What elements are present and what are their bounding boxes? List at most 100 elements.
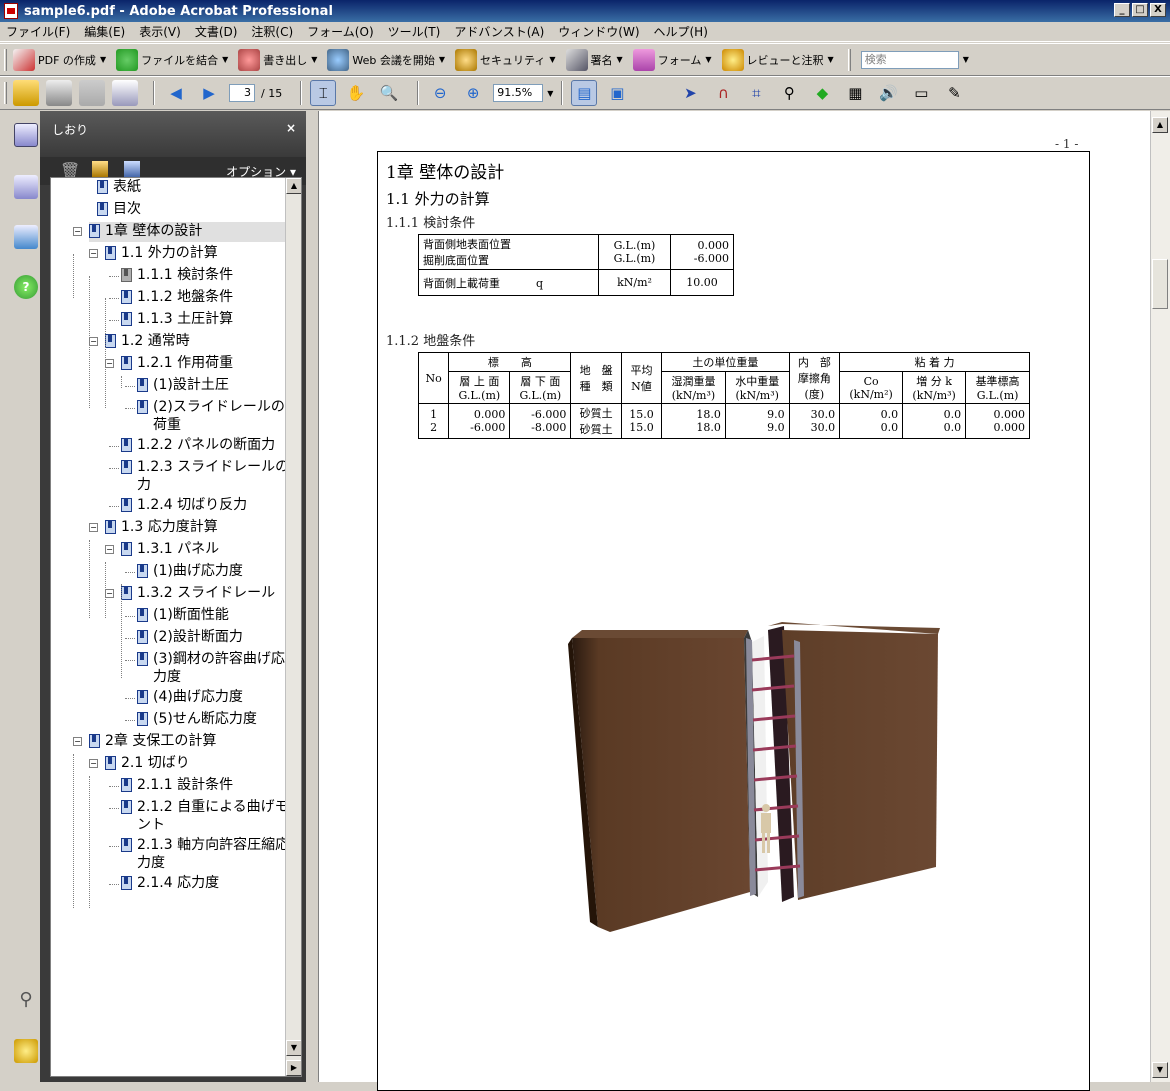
crop-tool-icon[interactable]: ⌗ bbox=[743, 80, 769, 106]
bookmark-item[interactable]: 1.1.3 土圧計算 bbox=[121, 310, 233, 330]
select-tool-icon[interactable]: ⌶ bbox=[310, 80, 337, 106]
attachments-tab-icon[interactable]: ⚲ bbox=[14, 989, 38, 1013]
bookmark-item[interactable]: 1章 壁体の設計 bbox=[89, 222, 285, 242]
web-meeting-button[interactable]: Web 会議を開始 ▼ bbox=[327, 48, 445, 71]
collapse-toggle-icon[interactable]: − bbox=[89, 759, 98, 768]
collapse-toggle-icon[interactable]: − bbox=[105, 359, 114, 368]
zoom-dropdown-icon[interactable]: ▼ bbox=[547, 89, 553, 98]
menu-edit[interactable]: 編集(E) bbox=[84, 23, 125, 40]
3d-tool-icon[interactable]: ◆ bbox=[809, 80, 835, 106]
bookmark-item[interactable]: (5)せん断応力度 bbox=[137, 710, 257, 730]
zoom-level-input[interactable]: 91.5% bbox=[493, 84, 544, 102]
tree-scrollbar[interactable]: ▲ ▼ ▶ bbox=[285, 178, 301, 1076]
collapse-toggle-icon[interactable]: − bbox=[89, 249, 98, 258]
search-input[interactable]: 検索 bbox=[860, 50, 959, 69]
menu-advanced[interactable]: アドバンスト(A) bbox=[454, 23, 544, 40]
menu-window[interactable]: ウィンドウ(W) bbox=[558, 23, 639, 40]
new-bookmark-icon[interactable] bbox=[92, 161, 108, 177]
page-number-input[interactable]: 3 bbox=[229, 84, 255, 102]
bookmark-item[interactable]: (1)曲げ応力度 bbox=[137, 562, 243, 582]
hand-tool-icon[interactable]: ✋ bbox=[343, 80, 369, 106]
forms-button[interactable]: フォーム ▼ bbox=[632, 48, 712, 71]
save-icon[interactable] bbox=[79, 80, 105, 106]
maximize-button[interactable]: □ bbox=[1132, 3, 1148, 17]
typewriter-icon[interactable]: ✎ bbox=[941, 80, 967, 106]
previous-page-icon[interactable]: ◀ bbox=[163, 80, 189, 106]
text-field-icon[interactable]: ▭ bbox=[908, 80, 934, 106]
menu-view[interactable]: 表示(V) bbox=[139, 23, 181, 40]
bookmark-item[interactable]: 2.1.1 設計条件 bbox=[121, 776, 233, 796]
next-page-icon[interactable]: ▶ bbox=[196, 80, 222, 106]
fit-page-icon[interactable]: ▣ bbox=[604, 80, 630, 106]
scroll-up-button[interactable]: ▲ bbox=[286, 178, 301, 194]
collapse-toggle-icon[interactable]: − bbox=[73, 737, 82, 746]
link-tool-icon[interactable]: ∩ bbox=[710, 80, 736, 106]
expand-bookmark-icon[interactable] bbox=[124, 161, 140, 177]
sound-tool-icon[interactable]: 🔊 bbox=[875, 80, 901, 106]
doc-scroll-up-button[interactable]: ▲ bbox=[1152, 117, 1168, 133]
collapse-toggle-icon[interactable]: − bbox=[105, 545, 114, 554]
collapse-toggle-icon[interactable]: − bbox=[73, 227, 82, 236]
bookmark-item[interactable]: 1.2 通常時 bbox=[105, 332, 190, 352]
doc-scroll-thumb[interactable] bbox=[1152, 259, 1168, 309]
menu-help[interactable]: ヘルプ(H) bbox=[654, 23, 708, 40]
menu-file[interactable]: ファイル(F) bbox=[6, 23, 70, 40]
menu-forms[interactable]: フォーム(O) bbox=[307, 23, 373, 40]
bookmark-item[interactable]: 1.3 応力度計算 bbox=[105, 518, 218, 538]
bookmark-item[interactable]: 1.2.3 スライドレールの断面力 bbox=[121, 458, 301, 493]
menu-document[interactable]: 文書(D) bbox=[195, 23, 238, 40]
bookmark-item[interactable]: 2.1.3 軸方向許容圧縮応 力度 bbox=[121, 836, 289, 871]
bookmark-item[interactable]: (4)曲げ応力度 bbox=[137, 688, 243, 708]
bookmark-item[interactable]: (3)鋼材の許容曲げ応 力度 bbox=[137, 650, 285, 685]
bookmark-item[interactable]: 1.1.2 地盤条件 bbox=[121, 288, 233, 308]
scroll-down-button[interactable]: ▼ bbox=[286, 1040, 301, 1056]
scroll-left-button[interactable]: ▶ bbox=[286, 1060, 301, 1076]
bookmark-item[interactable]: 目次 bbox=[97, 200, 141, 220]
toolbar-grip[interactable] bbox=[4, 48, 7, 71]
bookmark-item[interactable]: (1)設計土圧 bbox=[137, 376, 229, 396]
bookmark-item[interactable]: 1.2.1 作用荷重 bbox=[121, 354, 233, 374]
bookmark-item[interactable]: 1.3.1 パネル bbox=[121, 540, 219, 560]
bookmark-item[interactable]: 表紙 bbox=[97, 178, 141, 198]
doc-scroll-down-button[interactable]: ▼ bbox=[1152, 1062, 1168, 1078]
bookmark-item[interactable]: 2.1 切ばり bbox=[105, 754, 190, 774]
bookmarks-tab-icon[interactable] bbox=[14, 123, 38, 147]
print-icon[interactable] bbox=[46, 80, 72, 106]
bookmark-item[interactable]: (2)スライドレールの作用 荷重 bbox=[137, 398, 301, 433]
search-dropdown-icon[interactable]: ▼ bbox=[963, 55, 969, 64]
open-icon[interactable] bbox=[13, 80, 39, 106]
bookmark-item[interactable]: 1.1 外力の計算 bbox=[105, 244, 218, 264]
collapse-toggle-icon[interactable]: − bbox=[105, 589, 114, 598]
attach-icon[interactable]: ⚲ bbox=[776, 80, 802, 106]
bookmark-item[interactable]: 2.1.2 自重による曲げモーメ ント bbox=[121, 798, 301, 833]
object-select-icon[interactable]: ➤ bbox=[677, 80, 703, 106]
email-icon[interactable] bbox=[112, 80, 138, 106]
export-button[interactable]: 書き出し ▼ bbox=[238, 48, 317, 71]
collapse-toggle-icon[interactable]: − bbox=[89, 523, 98, 532]
create-pdf-button[interactable]: PDF の作成 ▼ bbox=[13, 48, 106, 71]
menu-tools[interactable]: ツール(T) bbox=[388, 23, 441, 40]
review-button[interactable]: レビューと注釈 ▼ bbox=[721, 48, 834, 71]
menu-comments[interactable]: 注釈(C) bbox=[251, 23, 293, 40]
toolbar-grip-2[interactable] bbox=[847, 48, 851, 71]
bookmark-item[interactable]: (2)設計断面力 bbox=[137, 628, 243, 648]
bookmark-item[interactable]: 2章 支保工の計算 bbox=[89, 732, 216, 752]
bookmark-item[interactable]: 2.1.4 応力度 bbox=[121, 874, 219, 894]
security-button[interactable]: セキュリティ ▼ bbox=[455, 48, 556, 71]
movie-tool-icon[interactable]: ▦ bbox=[842, 80, 868, 106]
bookmark-item[interactable]: 1.2.4 切ばり反力 bbox=[121, 496, 247, 516]
toolbar-grip-3[interactable] bbox=[4, 82, 7, 104]
close-panel-button[interactable]: × bbox=[286, 121, 296, 135]
sign-button[interactable]: 署名 ▼ bbox=[565, 48, 623, 71]
zoom-out-icon[interactable]: ⊖ bbox=[427, 80, 453, 106]
signatures-tab-icon[interactable] bbox=[14, 175, 38, 199]
zoom-tool-icon[interactable]: 🔍 bbox=[376, 80, 402, 106]
bookmark-item[interactable]: 1.3.2 スライドレール bbox=[121, 584, 275, 604]
fit-width-icon[interactable]: ▤ bbox=[571, 80, 598, 106]
minimize-button[interactable]: _ bbox=[1114, 3, 1130, 17]
close-button[interactable]: X bbox=[1150, 3, 1166, 17]
bookmark-item[interactable]: 1.2.2 パネルの断面力 bbox=[121, 436, 275, 456]
bookmark-item[interactable]: 1.1.1 検討条件 bbox=[121, 266, 233, 286]
zoom-in-icon[interactable]: ⊕ bbox=[460, 80, 486, 106]
help-icon[interactable]: ? bbox=[14, 275, 38, 299]
